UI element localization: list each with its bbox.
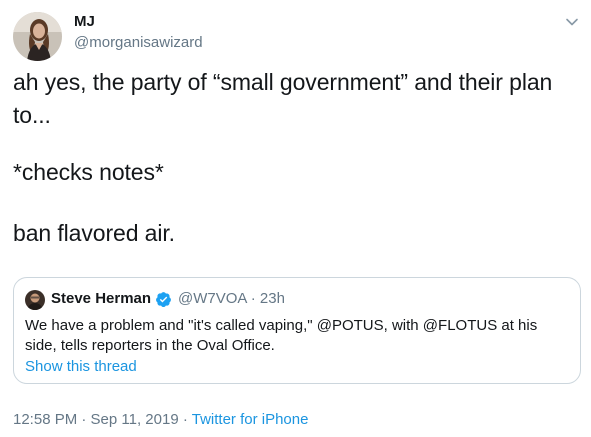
quoted-tweet[interactable]: Steve Herman @W7VOA · 23h We have a prob… — [13, 277, 581, 384]
quoted-tweet-text-line: We have a problem and "it's called vapin… — [25, 317, 538, 334]
tweet-text-line: to... — [13, 102, 51, 128]
tweet-timestamp[interactable]: 12:58 PM · Sep 11, 2019 · — [13, 411, 192, 428]
author-handle[interactable]: @morganisawizard — [74, 34, 203, 51]
show-thread-link[interactable]: Show this thread — [25, 358, 137, 375]
tweet-text-line: ah yes, the party of “small government” … — [13, 69, 553, 95]
quoted-author-avatar[interactable] — [25, 290, 45, 310]
verified-badge-icon — [155, 291, 172, 308]
chevron-down-icon[interactable] — [564, 14, 580, 30]
author-avatar[interactable] — [13, 12, 62, 61]
author-name[interactable]: MJ — [74, 13, 95, 30]
profile-photo-icon — [13, 12, 62, 61]
tweet-source-link[interactable]: Twitter for iPhone — [192, 411, 309, 428]
tweet-text-line: *checks notes* — [13, 159, 164, 185]
tweet-text-line: ban flavored air. — [13, 220, 175, 246]
quoted-author-handle-time[interactable]: @W7VOA · 23h — [178, 290, 285, 307]
profile-photo-icon — [25, 290, 45, 310]
quoted-author-name[interactable]: Steve Herman — [51, 290, 151, 307]
tweet-metadata: 12:58 PM · Sep 11, 2019 · Twitter for iP… — [13, 411, 308, 428]
tweet-card: MJ @morganisawizard ah yes, the party of… — [0, 0, 591, 437]
quoted-tweet-text-line: side, tells reporters in the Oval Office… — [25, 337, 275, 354]
